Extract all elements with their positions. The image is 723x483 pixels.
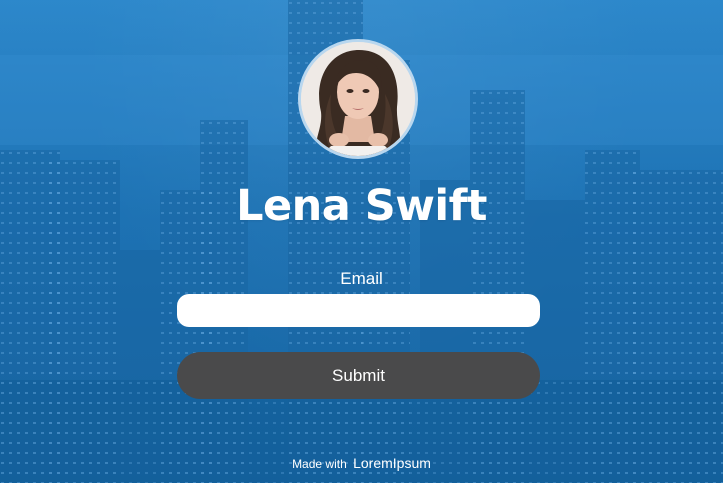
- footer-made-with: Made with: [292, 457, 347, 471]
- email-input[interactable]: [177, 294, 540, 327]
- submit-button[interactable]: Submit: [177, 352, 540, 399]
- profile-name: Lena Swift: [236, 181, 487, 231]
- footer-brand-link[interactable]: LoremIpsum: [353, 455, 431, 471]
- footer-credit: Made with LoremIpsum: [0, 455, 723, 471]
- email-label: Email: [340, 269, 383, 288]
- woman-portrait-image: [301, 42, 415, 156]
- profile-avatar: [298, 39, 418, 159]
